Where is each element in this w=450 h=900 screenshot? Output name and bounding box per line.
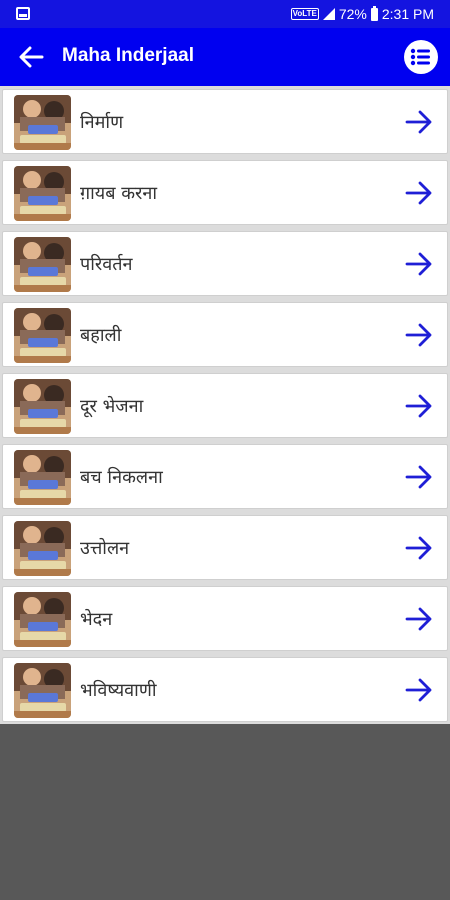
list-item[interactable]: भेदन [2, 586, 448, 651]
item-thumbnail [14, 592, 71, 647]
arrow-right-icon [405, 536, 432, 560]
list-item-label: परिवर्तन [80, 254, 133, 275]
list-item-label: ग़ायब करना [80, 183, 158, 204]
status-time: 2:31 PM [381, 6, 434, 22]
list-item-label: निर्माण [80, 112, 124, 133]
status-bar: VoLTE 72% 2:31 PM [0, 0, 450, 28]
battery-icon [370, 5, 378, 21]
status-indicators: VoLTE 72% 2:31 PM [290, 5, 434, 22]
item-thumbnail [14, 237, 71, 292]
topic-list: निर्माण ग़ायब करना परिवर्तन बहाली दूर भे… [0, 86, 450, 724]
arrow-right-icon [405, 110, 432, 134]
arrow-right-icon [405, 394, 432, 418]
list-item-label: भेदन [80, 609, 113, 630]
item-thumbnail [14, 95, 71, 150]
arrow-right-icon [405, 678, 432, 702]
list-menu-icon [410, 48, 430, 66]
item-thumbnail [14, 379, 71, 434]
signal-icon [322, 8, 335, 20]
list-item[interactable]: निर्माण [2, 89, 448, 154]
list-item[interactable]: भविष्यवाणी [2, 657, 448, 722]
list-item[interactable]: बच निकलना [2, 444, 448, 509]
page-title: Maha Inderjaal [62, 45, 194, 66]
arrow-right-icon [405, 252, 432, 276]
list-menu-button[interactable] [404, 40, 438, 74]
list-item-label: उत्तोलन [80, 538, 130, 559]
battery-percent: 72% [338, 6, 367, 22]
item-thumbnail [14, 308, 71, 363]
list-item[interactable]: बहाली [2, 302, 448, 367]
list-item-label: बच निकलना [80, 467, 163, 488]
list-item-label: भविष्यवाणी [80, 680, 157, 701]
notification-image-icon [16, 7, 30, 20]
item-thumbnail [14, 450, 71, 505]
list-item[interactable]: परिवर्तन [2, 231, 448, 296]
arrow-right-icon [405, 181, 432, 205]
app-toolbar: Maha Inderjaal [0, 28, 450, 86]
list-item-label: बहाली [80, 325, 122, 346]
item-thumbnail [14, 166, 71, 221]
list-item-label: दूर भेजना [80, 396, 144, 417]
back-button[interactable] [8, 35, 54, 79]
item-thumbnail [14, 521, 71, 576]
volte-badge: VoLTE [290, 8, 319, 20]
list-item[interactable]: उत्तोलन [2, 515, 448, 580]
item-thumbnail [14, 663, 71, 718]
arrow-right-icon [405, 465, 432, 489]
arrow-right-icon [405, 323, 432, 347]
back-arrow-icon [19, 46, 44, 68]
list-item[interactable]: दूर भेजना [2, 373, 448, 438]
list-item[interactable]: ग़ायब करना [2, 160, 448, 225]
arrow-right-icon [405, 607, 432, 631]
